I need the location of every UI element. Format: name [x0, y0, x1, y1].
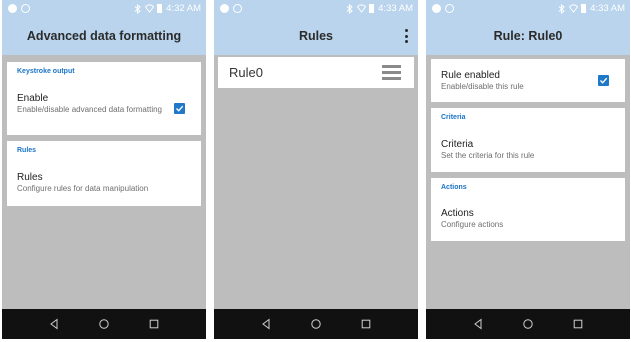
- battery-icon: [581, 4, 587, 13]
- status-bar: 4:32 AM: [2, 0, 206, 17]
- back-icon[interactable]: [48, 318, 60, 330]
- status-time: 4:33 AM: [590, 3, 625, 14]
- rules-title: Rules: [17, 172, 43, 183]
- rules-card: Rules Rules Configure rules for data man…: [7, 141, 201, 206]
- section-header-keystroke-output: Keystroke output: [17, 68, 75, 75]
- status-time: 4:33 AM: [378, 3, 413, 14]
- sync-icon: [21, 4, 30, 13]
- actions-card: Actions Actions Configure actions: [431, 178, 625, 241]
- enable-summary: Enable/disable advanced data formatting: [17, 105, 162, 114]
- actions-summary: Configure actions: [441, 220, 504, 229]
- back-icon[interactable]: [260, 318, 272, 330]
- page-title: Rule: Rule0: [493, 29, 563, 43]
- status-bar: 4:33 AM: [214, 0, 418, 17]
- keystroke-output-card: Keystroke output Enable Enable/disable a…: [7, 62, 201, 135]
- page-title: Advanced data formatting: [26, 29, 182, 43]
- rule-enabled-preference[interactable]: Rule enabled Enable/disable this rule: [441, 70, 595, 92]
- rule-enabled-card: Rule enabled Enable/disable this rule: [431, 59, 625, 102]
- checkbox-checked-icon: [176, 105, 184, 112]
- home-icon[interactable]: [310, 318, 322, 330]
- notification-icon: [432, 4, 441, 13]
- notification-icon: [8, 4, 17, 13]
- enable-title: Enable: [17, 93, 49, 104]
- criteria-title: Criteria: [441, 139, 474, 150]
- phone-screen-rule-detail: 4:33 AM Rule: Rule0 Rule enabled Enable/…: [426, 0, 630, 339]
- criteria-summary: Set the criteria for this rule: [441, 151, 535, 160]
- rules-preference[interactable]: Rules Configure rules for data manipulat…: [17, 172, 191, 194]
- more-vert-icon[interactable]: [400, 27, 412, 45]
- bluetooth-icon: [557, 3, 565, 14]
- criteria-preference[interactable]: Criteria Set the criteria for this rule: [441, 139, 615, 161]
- navigation-bar: [2, 309, 206, 339]
- recent-apps-icon[interactable]: [148, 318, 160, 330]
- wifi-icon: [356, 3, 367, 14]
- sync-icon: [445, 4, 454, 13]
- status-time: 4:32 AM: [166, 3, 201, 14]
- navigation-bar: [426, 309, 630, 339]
- rule-enabled-checkbox[interactable]: [598, 75, 609, 86]
- app-bar: Rule: Rule0: [426, 17, 630, 55]
- back-icon[interactable]: [472, 318, 484, 330]
- app-bar: Rules: [214, 17, 418, 55]
- rule-enabled-title: Rule enabled: [441, 70, 500, 81]
- section-header-rules: Rules: [17, 147, 37, 154]
- status-bar: 4:33 AM: [426, 0, 630, 17]
- home-icon[interactable]: [522, 318, 534, 330]
- battery-icon: [157, 4, 163, 13]
- bluetooth-icon: [133, 3, 141, 14]
- home-icon[interactable]: [98, 318, 110, 330]
- wifi-icon: [568, 3, 579, 14]
- sync-icon: [233, 4, 242, 13]
- actions-preference[interactable]: Actions Configure actions: [441, 208, 615, 230]
- recent-apps-icon[interactable]: [360, 318, 372, 330]
- notification-icon: [220, 4, 229, 13]
- rules-summary: Configure rules for data manipulation: [17, 184, 149, 193]
- page-title: Rules: [298, 29, 334, 43]
- wifi-icon: [144, 3, 155, 14]
- app-bar: Advanced data formatting: [2, 17, 206, 55]
- phone-screen-advanced-data-formatting: 4:32 AM Advanced data formatting Keystro…: [2, 0, 206, 339]
- section-header-actions: Actions: [441, 184, 467, 191]
- actions-title: Actions: [441, 208, 474, 219]
- enable-preference[interactable]: Enable Enable/disable advanced data form…: [17, 93, 171, 115]
- recent-apps-icon[interactable]: [572, 318, 584, 330]
- battery-icon: [369, 4, 375, 13]
- navigation-bar: [214, 309, 418, 339]
- drag-handle-icon[interactable]: [382, 65, 401, 80]
- rule-name: Rule0: [229, 65, 263, 80]
- rule-list-item[interactable]: Rule0: [218, 57, 414, 88]
- bluetooth-icon: [345, 3, 353, 14]
- checkbox-checked-icon: [600, 77, 608, 84]
- rule-enabled-summary: Enable/disable this rule: [441, 82, 524, 91]
- enable-checkbox[interactable]: [174, 103, 185, 114]
- phone-screen-rules: 4:33 AM Rules Rule0: [214, 0, 418, 339]
- criteria-card: Criteria Criteria Set the criteria for t…: [431, 108, 625, 172]
- section-header-criteria: Criteria: [441, 114, 466, 121]
